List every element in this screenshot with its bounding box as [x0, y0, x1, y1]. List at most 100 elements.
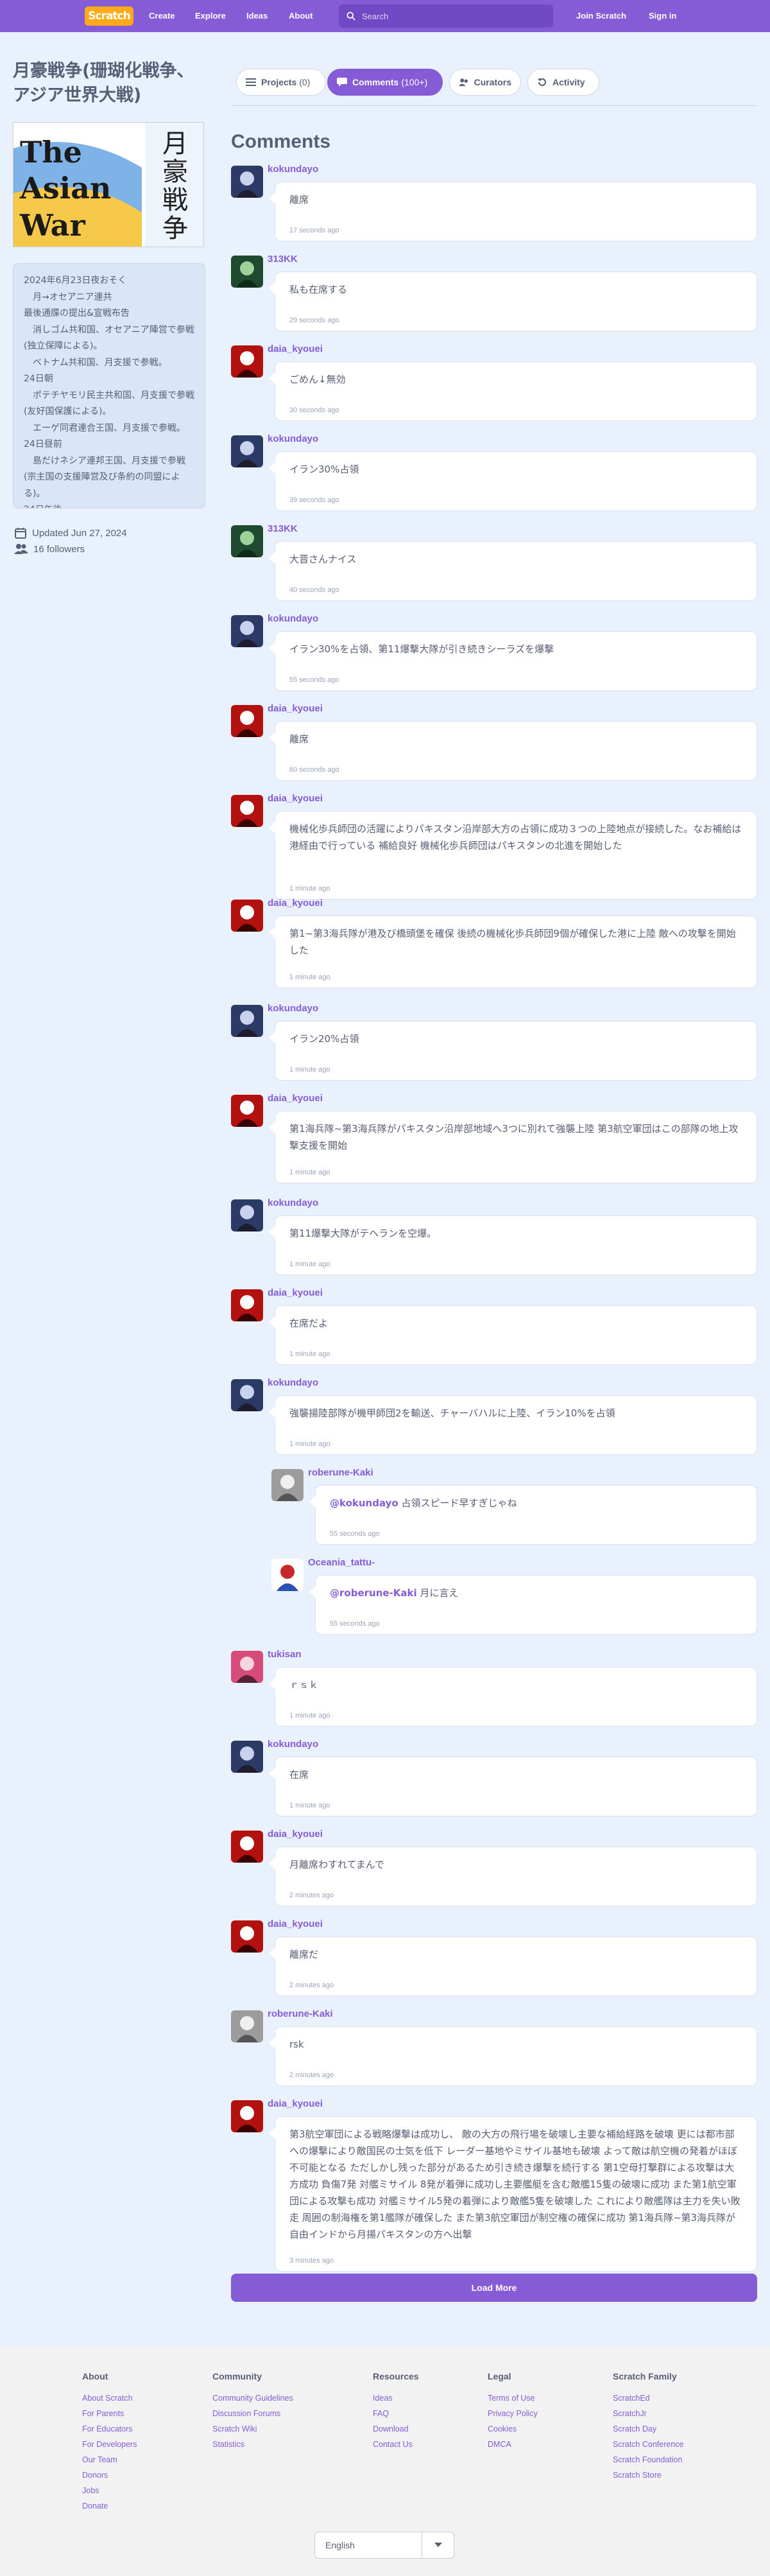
- footer-link[interactable]: ScratchEd: [613, 2390, 683, 2406]
- avatar[interactable]: [231, 525, 263, 557]
- tab-curators[interactable]: Curators: [449, 69, 521, 96]
- footer-link[interactable]: About Scratch: [82, 2390, 137, 2406]
- footer-link[interactable]: Cookies: [488, 2421, 538, 2437]
- mention-link[interactable]: @kokundayo: [330, 1497, 398, 1509]
- footer-link[interactable]: Scratch Conference: [613, 2437, 683, 2452]
- comment-username[interactable]: kokundayo: [268, 164, 318, 175]
- nav-about[interactable]: About: [289, 0, 313, 32]
- footer-link[interactable]: Privacy Policy: [488, 2406, 538, 2421]
- avatar[interactable]: [231, 435, 263, 467]
- comment-username[interactable]: kokundayo: [268, 1003, 318, 1014]
- language-select[interactable]: English: [314, 2532, 454, 2559]
- comment-username[interactable]: kokundayo: [268, 433, 318, 444]
- footer-link[interactable]: Donors: [82, 2467, 137, 2483]
- footer-link[interactable]: Discussion Forums: [212, 2406, 293, 2421]
- comment-username[interactable]: daia_kyouei: [268, 898, 323, 909]
- footer-link[interactable]: Jobs: [82, 2483, 137, 2498]
- footer-link[interactable]: Our Team: [82, 2452, 137, 2467]
- footer-link[interactable]: Scratch Foundation: [613, 2452, 683, 2467]
- join-scratch-link[interactable]: Join Scratch: [576, 0, 626, 32]
- nav-create[interactable]: Create: [149, 0, 175, 32]
- comment-username[interactable]: 313KK: [268, 254, 298, 265]
- footer-link[interactable]: For Educators: [82, 2421, 137, 2437]
- footer-link[interactable]: Scratch Wiki: [212, 2421, 293, 2437]
- avatar[interactable]: [271, 1469, 304, 1501]
- avatar[interactable]: [231, 345, 263, 378]
- activity-icon: [538, 78, 546, 86]
- mention-link[interactable]: @roberune-Kaki: [330, 1587, 417, 1599]
- avatar[interactable]: [231, 705, 263, 737]
- comment-text: 私も在席する: [289, 284, 348, 295]
- tab-projects[interactable]: Projects (0): [236, 69, 326, 96]
- comment-timestamp: 40 seconds ago: [289, 586, 339, 594]
- footer-link[interactable]: DMCA: [488, 2437, 538, 2452]
- footer-link[interactable]: Scratch Store: [613, 2467, 683, 2483]
- footer-link[interactable]: Ideas: [373, 2390, 419, 2406]
- footer-link[interactable]: ScratchJr: [613, 2406, 683, 2421]
- comment-content: 在席 1 minute ago: [289, 1766, 744, 1809]
- avatar[interactable]: [231, 166, 263, 198]
- nav-ideas[interactable]: Ideas: [246, 0, 268, 32]
- footer-column-title: Resources: [373, 2371, 419, 2381]
- comment-username[interactable]: daia_kyouei: [268, 703, 323, 714]
- avatar[interactable]: [231, 1920, 263, 1953]
- comment: kokundayo 強襲揚陸部隊が機甲師団2を輸送、チャーバハルに上陸、イラン10…: [231, 1377, 757, 1463]
- comment-username[interactable]: Oceania_tattu-: [308, 1557, 375, 1568]
- comment-username[interactable]: roberune-Kaki: [268, 2008, 333, 2019]
- load-more-button[interactable]: Load More: [231, 2274, 757, 2302]
- footer-link[interactable]: For Parents: [82, 2406, 137, 2421]
- footer-link[interactable]: FAQ: [373, 2406, 419, 2421]
- avatar[interactable]: [231, 256, 263, 288]
- comment-username[interactable]: kokundayo: [268, 1377, 318, 1388]
- chevron-down-icon: [422, 2532, 454, 2558]
- avatar[interactable]: [231, 1379, 263, 1411]
- comment-username[interactable]: kokundayo: [268, 1197, 318, 1208]
- footer-link[interactable]: Donate: [82, 2498, 137, 2514]
- avatar[interactable]: [231, 1199, 263, 1231]
- bubble-pointer: [269, 2127, 275, 2139]
- comment-username[interactable]: roberune-Kaki: [308, 1467, 373, 1478]
- comment-username[interactable]: daia_kyouei: [268, 344, 323, 354]
- project-thumbnail[interactable]: The Asian War 月 豪 戦 争: [13, 122, 204, 247]
- avatar[interactable]: [231, 2100, 263, 2132]
- comment-bubble: rsk 2 minutes ago: [269, 2026, 757, 2086]
- avatar[interactable]: [231, 1005, 263, 1037]
- comment-text: ｒｓｋ: [289, 1679, 319, 1691]
- comment-username[interactable]: daia_kyouei: [268, 1829, 323, 1840]
- avatar[interactable]: [231, 795, 263, 827]
- scratch-logo[interactable]: Scratch: [85, 6, 133, 26]
- tab-activity[interactable]: Activity: [527, 69, 599, 96]
- footer-column: Scratch Family ScratchEd ScratchJr Scratch …: [613, 2371, 683, 2483]
- sign-in-link[interactable]: Sign in: [649, 0, 676, 32]
- avatar[interactable]: [231, 1289, 263, 1321]
- search-box[interactable]: [339, 4, 553, 28]
- footer-link[interactable]: Community Guidelines: [212, 2390, 293, 2406]
- nav-explore[interactable]: Explore: [195, 0, 226, 32]
- footer-link[interactable]: Contact Us: [373, 2437, 419, 2452]
- avatar[interactable]: [271, 1559, 304, 1591]
- avatar[interactable]: [231, 1095, 263, 1127]
- avatar[interactable]: [231, 1831, 263, 1863]
- avatar[interactable]: [231, 1651, 263, 1683]
- avatar[interactable]: [231, 900, 263, 932]
- footer-link[interactable]: Scratch Day: [613, 2421, 683, 2437]
- avatar[interactable]: [231, 615, 263, 647]
- comment-username[interactable]: tukisan: [268, 1649, 302, 1660]
- comment-username[interactable]: kokundayo: [268, 1739, 318, 1750]
- comment-username[interactable]: daia_kyouei: [268, 1919, 323, 1929]
- footer-link[interactable]: For Developers: [82, 2437, 137, 2452]
- tab-comments[interactable]: Comments (100+): [327, 69, 443, 96]
- comment-bubble: イラン30%占領 39 seconds ago: [269, 451, 757, 511]
- avatar[interactable]: [231, 1741, 263, 1773]
- avatar[interactable]: [231, 2010, 263, 2042]
- footer-link[interactable]: Statistics: [212, 2437, 293, 2452]
- footer-link[interactable]: Download: [373, 2421, 419, 2437]
- comment-username[interactable]: daia_kyouei: [268, 1287, 323, 1298]
- search-input[interactable]: [362, 11, 542, 21]
- comment-username[interactable]: 313KK: [268, 523, 298, 534]
- footer-link[interactable]: Terms of Use: [488, 2390, 538, 2406]
- comment-username[interactable]: kokundayo: [268, 613, 318, 624]
- comment-username[interactable]: daia_kyouei: [268, 793, 323, 804]
- comment-username[interactable]: daia_kyouei: [268, 1093, 323, 1104]
- comment-username[interactable]: daia_kyouei: [268, 2098, 323, 2109]
